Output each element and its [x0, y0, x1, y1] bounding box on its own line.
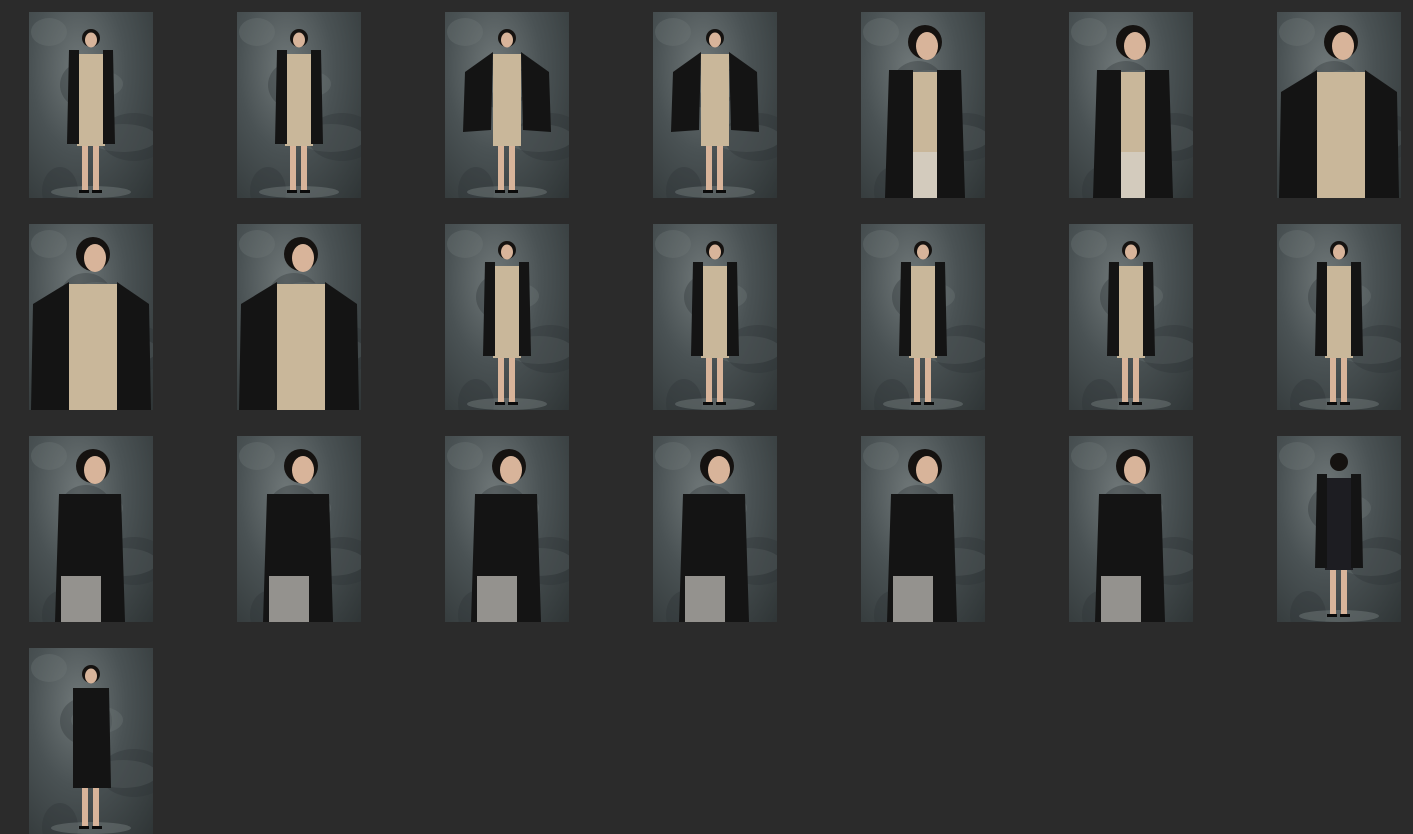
- photo-image: [1071, 442, 1193, 622]
- photo-image: [31, 654, 153, 834]
- photo-image: [655, 230, 777, 410]
- photo-thumbnail[interactable]: [1069, 12, 1193, 198]
- photo-image: [239, 442, 361, 622]
- photo-thumbnail[interactable]: [445, 436, 569, 622]
- photo-thumbnail[interactable]: [29, 436, 153, 622]
- photo-thumbnail[interactable]: [653, 436, 777, 622]
- photo-image: [31, 18, 153, 198]
- photo-thumbnail[interactable]: [29, 648, 153, 834]
- photo-image: [1071, 18, 1193, 198]
- photo-image: [1279, 230, 1401, 410]
- photo-image: [447, 442, 569, 622]
- photo-image: [31, 442, 153, 622]
- photo-image: [447, 230, 569, 410]
- photo-thumbnail[interactable]: [237, 12, 361, 198]
- photo-thumbnail[interactable]: [1069, 224, 1193, 410]
- photo-thumbnail[interactable]: [445, 12, 569, 198]
- photo-thumbnail[interactable]: [653, 12, 777, 198]
- photo-thumbnail[interactable]: [29, 12, 153, 198]
- photo-thumbnail[interactable]: [861, 12, 985, 198]
- photo-thumbnail[interactable]: [1277, 436, 1401, 622]
- photo-thumbnail[interactable]: [237, 224, 361, 410]
- photo-thumbnail[interactable]: [445, 224, 569, 410]
- photo-image: [863, 18, 985, 198]
- photo-thumbnail[interactable]: [653, 224, 777, 410]
- photo-thumbnail[interactable]: [1069, 436, 1193, 622]
- photo-thumbnail[interactable]: [1277, 224, 1401, 410]
- photo-image: [1279, 442, 1401, 622]
- photo-image: [1071, 230, 1193, 410]
- photo-thumbnail[interactable]: [1277, 12, 1401, 198]
- photo-thumbnail[interactable]: [29, 224, 153, 410]
- photo-grid: [0, 0, 1413, 834]
- photo-image: [655, 18, 777, 198]
- photo-thumbnail[interactable]: [237, 436, 361, 622]
- photo-image: [239, 18, 361, 198]
- photo-image: [655, 442, 777, 622]
- photo-image: [239, 230, 361, 410]
- photo-thumbnail[interactable]: [861, 224, 985, 410]
- photo-image: [863, 230, 985, 410]
- photo-image: [447, 18, 569, 198]
- photo-image: [31, 230, 153, 410]
- photo-image: [863, 442, 985, 622]
- photo-thumbnail[interactable]: [861, 436, 985, 622]
- photo-image: [1279, 18, 1401, 198]
